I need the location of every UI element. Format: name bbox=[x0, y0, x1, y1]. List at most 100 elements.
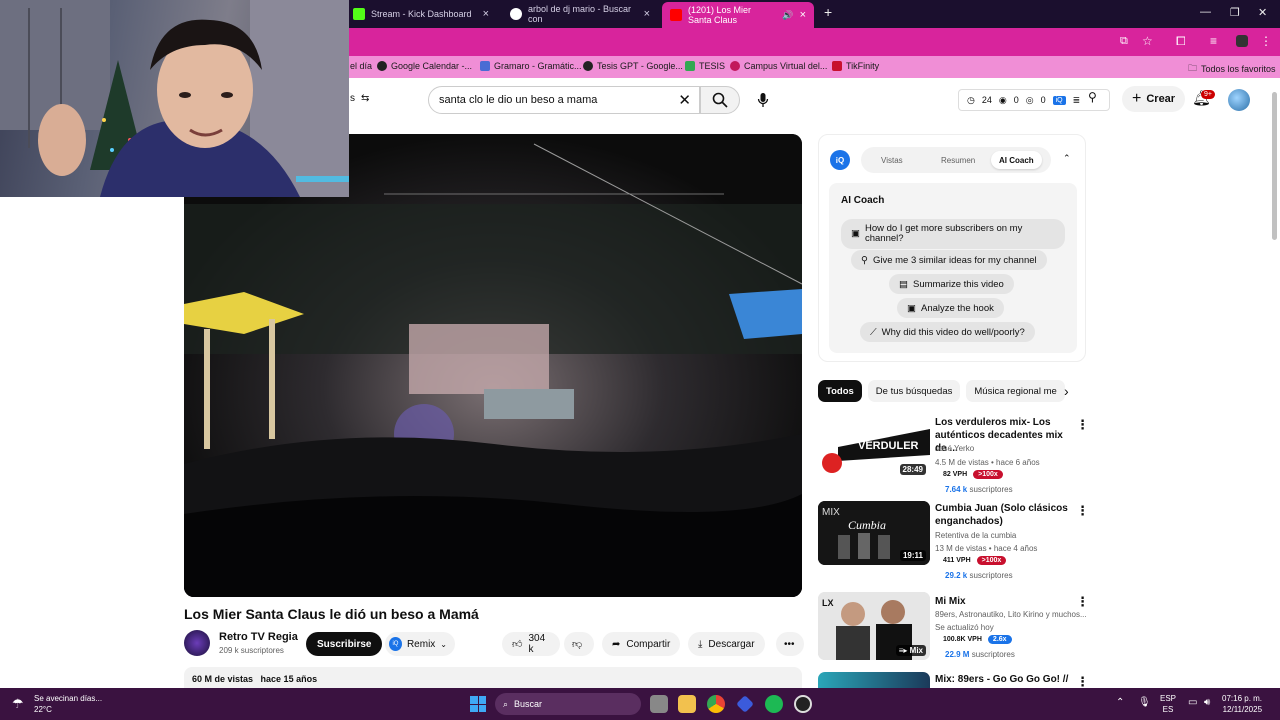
ai-question-summarize[interactable]: ▤ Summarize this video bbox=[889, 274, 1014, 294]
task-view-icon[interactable] bbox=[650, 695, 668, 713]
rec-subs: 7.64 k suscriptores bbox=[945, 485, 1013, 494]
globe-icon bbox=[377, 61, 387, 71]
close-icon[interactable]: × bbox=[644, 8, 650, 20]
tab-google-search[interactable]: arbol de dj mario - Buscar con × bbox=[502, 3, 658, 25]
video-icon: ▣ bbox=[907, 302, 916, 314]
tab-kick-dashboard[interactable]: Stream - Kick Dashboard × bbox=[345, 3, 497, 25]
chevron-right-icon[interactable]: › bbox=[1064, 383, 1069, 399]
star-icon[interactable]: ☆ bbox=[1142, 34, 1153, 48]
spotify-icon[interactable] bbox=[765, 695, 783, 713]
rec-title[interactable]: Mi Mix bbox=[935, 595, 1075, 608]
taskbar-clock[interactable]: 07:16 p. m. 12/11/2025 bbox=[1222, 693, 1262, 715]
more-actions-button[interactable]: ••• bbox=[776, 632, 804, 656]
search-button[interactable] bbox=[700, 86, 740, 114]
bookmark-tesis-gpt[interactable]: Tesis GPT - Google... bbox=[583, 61, 683, 71]
network-icon[interactable]: ▭ bbox=[1188, 697, 1197, 708]
channel-avatar[interactable] bbox=[184, 630, 210, 656]
recommendation-item[interactable]: MIX Cumbia 19:11 Cumbia Juan (Solo clási… bbox=[818, 501, 1090, 581]
bookmark-campus-virtual[interactable]: Campus Virtual del... bbox=[730, 61, 827, 71]
ai-question-subscribers[interactable]: ▣ How do I get more subscribers on my cha… bbox=[841, 219, 1065, 249]
profile-icon[interactable] bbox=[1236, 35, 1248, 47]
collapse-icon[interactable]: ⌃ bbox=[1063, 153, 1071, 164]
account-avatar[interactable] bbox=[1228, 89, 1250, 111]
chevron-down-icon[interactable]: ⌄ bbox=[440, 640, 447, 649]
video-player[interactable] bbox=[184, 134, 802, 597]
tab-label: Stream - Kick Dashboard bbox=[371, 9, 472, 19]
ai-question-similar-ideas[interactable]: ⚲ Give me 3 similar ideas for my channel bbox=[851, 250, 1047, 270]
download-icon: ⤓ bbox=[698, 638, 703, 650]
filters-button[interactable]: s ⇆ bbox=[350, 93, 369, 104]
recommendation-item[interactable]: Mix: 89ers - Go Go Go Go! // ⋮ bbox=[818, 672, 1090, 688]
bookmark-all-favorites[interactable]: 🗀 Todos los favoritos bbox=[1188, 61, 1276, 77]
video-thumbnail[interactable] bbox=[818, 672, 930, 688]
tab-youtube-active[interactable]: (1201) Los Mier Santa Claus 🔊 × bbox=[662, 2, 814, 28]
remix-button[interactable]: iQ Remix ⌄ bbox=[385, 632, 455, 656]
bookmark-tikfinity[interactable]: TikFinity bbox=[832, 61, 879, 71]
taskbar-search[interactable]: ⌕ Buscar bbox=[495, 693, 641, 715]
rec-title[interactable]: Cumbia Juan (Solo clásicos enganchados) bbox=[935, 502, 1075, 528]
search-input[interactable]: santa clo le dio un beso a mama ✕ bbox=[428, 86, 700, 114]
description-box[interactable]: 60 M de vistas hace 15 años bbox=[184, 667, 802, 689]
tab-vistas[interactable]: Vistas bbox=[873, 151, 911, 169]
extensions-icon[interactable]: ⧠ bbox=[1176, 34, 1186, 49]
page-scrollbar[interactable] bbox=[1272, 92, 1277, 240]
more-vertical-icon[interactable]: ⋮ bbox=[1076, 674, 1089, 688]
bookmark-google-calendar[interactable]: Google Calendar -... bbox=[377, 61, 472, 71]
channel-name[interactable]: Retro TV Regia bbox=[219, 631, 298, 643]
obs-icon[interactable] bbox=[794, 695, 812, 713]
new-tab-icon[interactable]: + bbox=[824, 4, 832, 20]
create-button[interactable]: + Crear bbox=[1122, 86, 1186, 112]
tikfinity-icon bbox=[832, 61, 842, 71]
chip-musica-regional[interactable]: Música regional me bbox=[966, 380, 1065, 402]
weather-widget[interactable]: Se avecinan días... 22°C bbox=[34, 693, 102, 715]
rec-channel[interactable]: 89ers, Astronautiko, Lito Kirino y mucho… bbox=[935, 610, 1087, 619]
bookmark-tesis[interactable]: TESIS bbox=[685, 61, 725, 71]
tab-label: arbol de dj mario - Buscar con bbox=[528, 4, 632, 24]
minimize-icon[interactable]: — bbox=[1200, 6, 1211, 18]
dislike-button[interactable]: 👎︎ bbox=[564, 632, 594, 656]
subscribe-button[interactable]: Suscribirse bbox=[306, 632, 383, 656]
windows-start-icon[interactable] bbox=[470, 696, 486, 712]
recommendation-item[interactable]: LX ≡▸ Mix Mi Mix 89ers, Astronautiko, Li… bbox=[818, 592, 1090, 672]
video-thumbnail[interactable]: LX ≡▸ Mix bbox=[818, 592, 930, 660]
microphone-icon[interactable]: 🎙︎ bbox=[1138, 697, 1151, 708]
speaker-icon[interactable]: 🔊 bbox=[782, 10, 793, 21]
close-icon[interactable]: × bbox=[483, 8, 489, 20]
media-icon[interactable]: ≡ bbox=[1210, 34, 1217, 48]
file-explorer-icon[interactable] bbox=[678, 695, 696, 713]
bookmark-gramaro[interactable]: Gramaro - Gramátic... bbox=[480, 61, 582, 71]
recommendation-item[interactable]: VERDULER 28:49 Los verduleros mix- Los a… bbox=[818, 415, 1090, 495]
close-icon[interactable]: × bbox=[800, 9, 806, 21]
maximize-icon[interactable]: ❐ bbox=[1230, 6, 1240, 19]
volume-icon[interactable]: 🔊︎ bbox=[1204, 697, 1210, 708]
voice-search-button[interactable] bbox=[748, 86, 778, 114]
tab-ai-coach[interactable]: AI Coach bbox=[991, 151, 1042, 169]
video-thumbnail[interactable]: MIX Cumbia 19:11 bbox=[818, 501, 930, 565]
rec-channel[interactable]: José Yerko bbox=[935, 444, 974, 453]
bookmark-el-dia[interactable]: el día bbox=[350, 61, 372, 71]
more-vertical-icon[interactable]: ⋮ bbox=[1076, 594, 1089, 610]
download-button[interactable]: ⤓ Descargar bbox=[688, 632, 765, 656]
more-vertical-icon[interactable]: ⋮ bbox=[1076, 503, 1089, 519]
bulb-icon[interactable]: ⚲ bbox=[1088, 90, 1097, 104]
more-vertical-icon[interactable]: ⋮ bbox=[1076, 417, 1089, 433]
tab-resumen[interactable]: Resumen bbox=[933, 151, 983, 169]
language-indicator[interactable]: ESP ES bbox=[1160, 693, 1176, 715]
like-button[interactable]: 👍︎ 304 k bbox=[502, 632, 560, 656]
ai-question-hook[interactable]: ▣ Analyze the hook bbox=[897, 298, 1004, 318]
cast-icon[interactable]: ⧉ bbox=[1120, 35, 1128, 48]
chevron-up-icon[interactable]: ⌃ bbox=[1116, 697, 1124, 708]
menu-icon[interactable]: ⋮ bbox=[1260, 34, 1272, 48]
rec-channel[interactable]: Retentiva de la cumbia bbox=[935, 531, 1016, 540]
share-button[interactable]: ➦ Compartir bbox=[602, 632, 681, 656]
video-thumbnail[interactable]: VERDULER 28:49 bbox=[818, 415, 930, 479]
app-icon[interactable] bbox=[736, 695, 754, 713]
chip-de-tus-busquedas[interactable]: De tus búsquedas bbox=[867, 380, 961, 402]
rec-title[interactable]: Mix: 89ers - Go Go Go Go! // bbox=[935, 673, 1075, 686]
chip-todos[interactable]: Todos bbox=[818, 380, 862, 402]
close-window-icon[interactable]: ✕ bbox=[1258, 6, 1267, 19]
ai-question-performance[interactable]: ⟋ Why did this video do well/poorly? bbox=[860, 322, 1035, 342]
chrome-icon[interactable] bbox=[707, 695, 725, 713]
clear-search-icon[interactable]: ✕ bbox=[678, 91, 691, 109]
duration-badge: 28:49 bbox=[899, 464, 926, 475]
